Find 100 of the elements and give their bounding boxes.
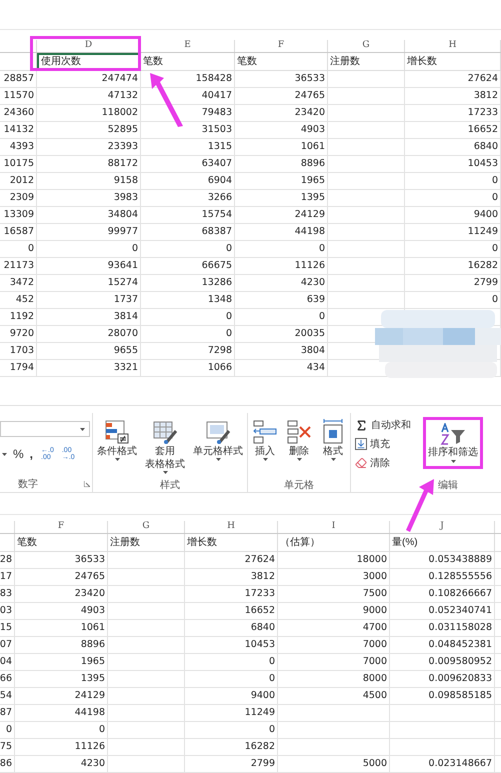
table-cell-text: 2799 bbox=[474, 276, 498, 290]
pointer-arrow bbox=[404, 478, 436, 533]
table-cell-text: 21173 bbox=[4, 258, 34, 273]
table-cell-text: 27624 bbox=[468, 72, 498, 86]
table-cell-text: 93641 bbox=[108, 258, 138, 273]
header-cell[interactable]: 量(%) bbox=[390, 534, 494, 551]
table-cell-text: 0 bbox=[28, 242, 34, 256]
table-cell-text: 20035 bbox=[294, 326, 325, 341]
table-cell-text: 11126 bbox=[74, 740, 105, 754]
table-cell-text: 4230 bbox=[300, 276, 325, 290]
table-cell-text: 10453 bbox=[468, 156, 498, 171]
table-cell-text: 1965 bbox=[300, 174, 325, 188]
ribbon-button[interactable]: 条件格式 bbox=[95, 419, 139, 478]
table-cell-text: 1192 bbox=[10, 310, 34, 324]
table-cell-text: 07 bbox=[0, 638, 12, 652]
header-cell[interactable]: 注册数 bbox=[328, 53, 404, 70]
table-cell-text: 1315 bbox=[208, 140, 232, 154]
ribbon-button[interactable]: 单元格样式 bbox=[191, 419, 245, 478]
caret-icon bbox=[114, 458, 120, 461]
header-cell[interactable]: 笔数 bbox=[15, 534, 107, 551]
table-cell-text: 27624 bbox=[244, 552, 275, 567]
header-cell[interactable]: 增长数 bbox=[185, 534, 277, 551]
table-cell-text: 11570 bbox=[4, 88, 34, 103]
table-cell-text: 0.048452381 bbox=[428, 638, 492, 652]
table-cell-text: 0 bbox=[98, 722, 105, 737]
table-cell-text: 99977 bbox=[108, 224, 138, 239]
table-cell-text: 11249 bbox=[468, 224, 498, 239]
ribbon-button[interactable]: 套用 表格格式 bbox=[143, 419, 187, 478]
group-label: 数字 bbox=[18, 478, 38, 492]
header-cell[interactable]: （估算） bbox=[278, 534, 389, 551]
table-cell-text: 83 bbox=[0, 586, 12, 601]
sort-filter-button[interactable]: 排序和筛选 bbox=[426, 423, 480, 463]
table-cell-text: 88172 bbox=[108, 156, 138, 171]
column-letter: E bbox=[184, 39, 191, 52]
sort-filter-icon bbox=[440, 423, 466, 445]
table-cell-text: 14132 bbox=[4, 122, 34, 137]
header-cell[interactable]: 增长数 bbox=[405, 53, 500, 70]
table-cell-text: 3804 bbox=[300, 344, 325, 358]
table-cell-text: 4903 bbox=[300, 122, 325, 137]
ribbon-button[interactable]: 插入 bbox=[250, 419, 280, 478]
table-cell-text: 16587 bbox=[4, 224, 34, 239]
table-cell-text: 4393 bbox=[10, 140, 34, 154]
table-cell-text: 1965 bbox=[80, 654, 105, 669]
table-cell-text: 13286 bbox=[202, 276, 232, 290]
table-cell-text: 10453 bbox=[244, 638, 275, 652]
table-cell-text: 4903 bbox=[80, 604, 105, 618]
ribbon-button[interactable]: 自动求和 bbox=[355, 417, 421, 433]
table-cell-text: 0.009620833 bbox=[428, 672, 492, 686]
ribbon-button[interactable]: 清除 bbox=[355, 455, 421, 471]
table-cell-text: 158428 bbox=[196, 72, 232, 86]
eraser-icon bbox=[355, 457, 367, 469]
table-cell-text: 8896 bbox=[80, 638, 105, 652]
table-cell-text: 23420 bbox=[294, 106, 325, 120]
table-cell-text: 0 bbox=[492, 174, 498, 188]
header-cell[interactable]: 注册数 bbox=[108, 534, 184, 551]
table-cell-text: 9400 bbox=[250, 688, 275, 703]
table-cell-text: 6840 bbox=[474, 140, 498, 154]
table-cell-text: 2799 bbox=[250, 756, 275, 771]
table-cell-text: 2309 bbox=[10, 190, 34, 205]
ribbon-button[interactable]: 填充 bbox=[355, 436, 421, 452]
dialog-launcher-icon[interactable] bbox=[84, 481, 90, 487]
percent-button[interactable]: % bbox=[13, 445, 24, 463]
table-cell-text: 7298 bbox=[208, 344, 232, 358]
table-cell-text: 1395 bbox=[300, 190, 325, 205]
table-cell-text: 0 bbox=[226, 242, 232, 256]
caret-icon bbox=[216, 458, 220, 461]
table-cell-text: 3812 bbox=[250, 570, 275, 584]
table-cell-text: 31503 bbox=[202, 122, 232, 137]
table-cell-text: 24129 bbox=[294, 208, 325, 222]
table-cell-text: 9400 bbox=[474, 208, 498, 222]
header-cell[interactable]: 使用次数 bbox=[37, 53, 140, 70]
table-cell-text: 16652 bbox=[468, 122, 498, 137]
number-format-field[interactable] bbox=[0, 421, 90, 437]
table-cell-text: 3472 bbox=[10, 276, 34, 290]
column-letter: H bbox=[227, 520, 235, 534]
insert-cells-icon bbox=[252, 419, 278, 445]
table-cell-text: 5000 bbox=[362, 756, 387, 771]
table-cell-text: 6840 bbox=[250, 620, 275, 635]
table-cell-text: 87 bbox=[0, 706, 12, 720]
comma-button[interactable]: , bbox=[30, 445, 34, 463]
ribbon-button[interactable]: 删除 bbox=[284, 419, 314, 478]
table-cell-text: 7000 bbox=[362, 654, 387, 669]
table-cell-text: 8896 bbox=[300, 156, 325, 171]
table-cell-text: 6904 bbox=[208, 174, 232, 188]
table-cell-text: 10175 bbox=[4, 156, 34, 171]
table-cell-text: 4230 bbox=[80, 756, 105, 771]
table-cell-text: 79483 bbox=[202, 106, 232, 120]
table-cell-text: 0.009580952 bbox=[428, 654, 492, 669]
header-cell[interactable]: 笔数 bbox=[235, 53, 327, 70]
table-cell-text: 9655 bbox=[114, 344, 138, 358]
ribbon-button[interactable]: 格式 bbox=[318, 419, 348, 478]
table-cell-text: 66675 bbox=[202, 258, 232, 273]
table-cell-text: 16652 bbox=[244, 604, 275, 618]
table-cell-text: 0.023148667 bbox=[428, 756, 492, 771]
table-cell-text: 11126 bbox=[294, 258, 325, 273]
table-cell-text: 04 bbox=[0, 654, 12, 669]
column-letter: G bbox=[362, 39, 370, 52]
table-cell-text: 0 bbox=[492, 292, 498, 307]
header-cell[interactable]: 笔数 bbox=[141, 53, 234, 70]
caret-icon bbox=[262, 458, 268, 461]
